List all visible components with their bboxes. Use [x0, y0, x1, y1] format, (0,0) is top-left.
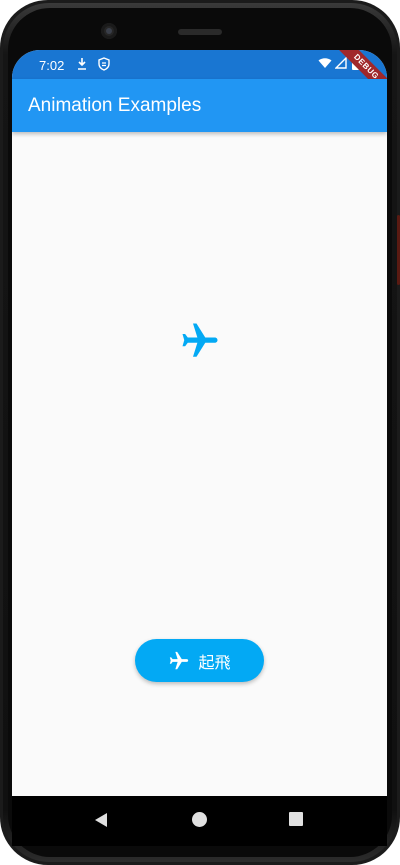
- airplane-icon: [182, 323, 218, 357]
- recents-square-icon[interactable]: [289, 812, 303, 826]
- front-camera: [101, 23, 117, 39]
- status-bar: 7:02 DEBUG: [12, 50, 387, 103]
- download-notification-icon: [78, 58, 86, 70]
- system-navigation-bar: [12, 796, 387, 846]
- airplane-icon: [170, 651, 189, 669]
- cellular-signal-icon: [335, 57, 347, 69]
- shield-notification-icon: [98, 57, 110, 71]
- fly-button-label: 起飛: [198, 654, 231, 672]
- phone-device-frame: 7:02 DEBUG Animation Examples 起飛: [0, 0, 400, 865]
- app-bar-title: Animation Examples: [28, 95, 202, 116]
- status-time: 7:02: [39, 58, 65, 73]
- app-bar: Animation Examples: [12, 79, 387, 132]
- home-circle-icon[interactable]: [192, 812, 207, 827]
- wifi-icon: [318, 58, 332, 68]
- earpiece-speaker: [178, 29, 222, 35]
- app-screen: 7:02 DEBUG Animation Examples 起飛: [12, 50, 387, 846]
- back-triangle-icon[interactable]: [94, 812, 108, 828]
- fly-button[interactable]: 起飛: [135, 639, 264, 682]
